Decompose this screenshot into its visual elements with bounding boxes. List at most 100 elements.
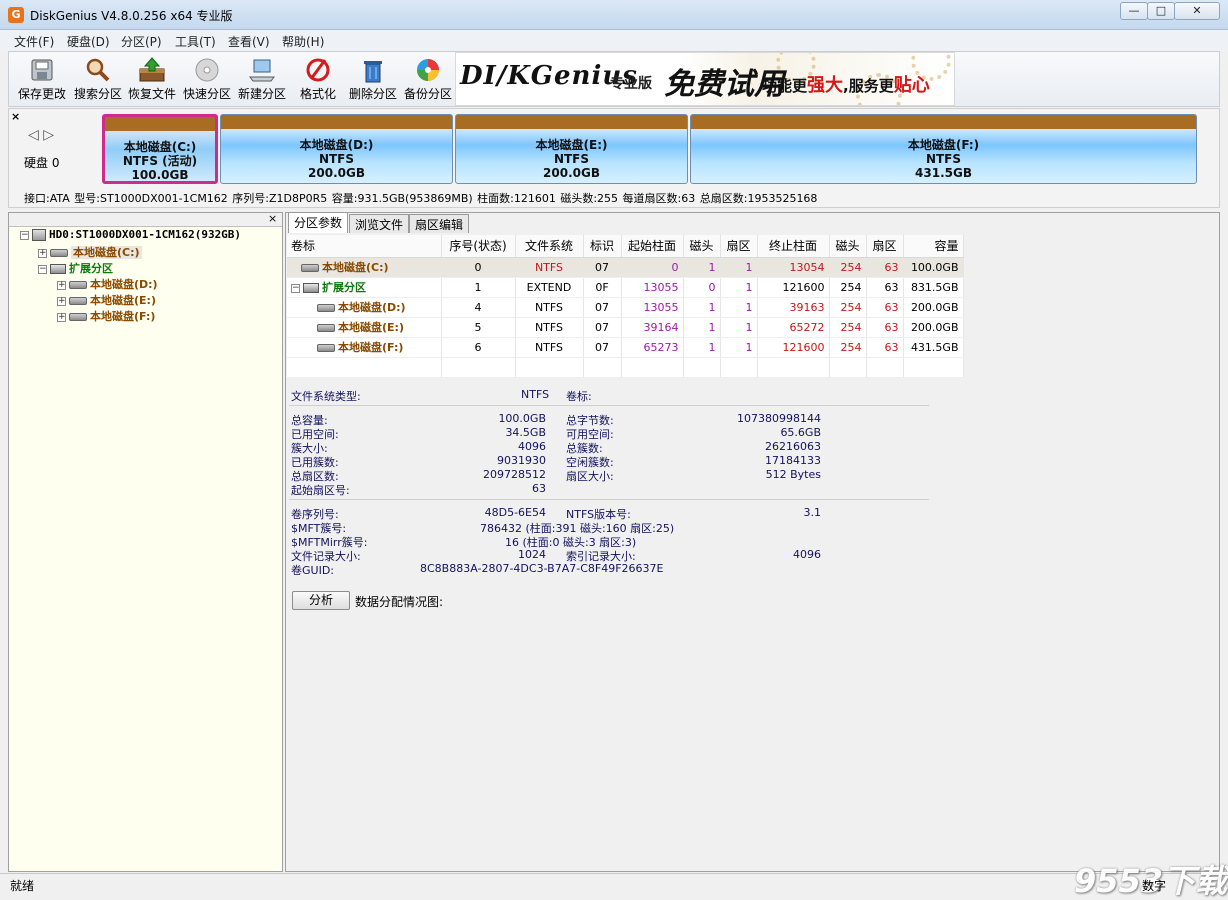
partition-icon xyxy=(50,249,68,257)
partition-icon xyxy=(69,297,87,305)
num-lock-indicator: 数字 xyxy=(1142,879,1167,893)
tree-item-e[interactable]: + 本地磁盘(E:) xyxy=(57,292,156,308)
partition-table: 卷标 序号(状态) 文件系统 标识 起始柱面 磁头 扇区 终止柱面 磁头 扇区 … xyxy=(287,235,964,378)
tab-browse-files[interactable]: 浏览文件 xyxy=(349,214,410,233)
hard-disk-icon xyxy=(32,229,46,241)
sector-size-label: 扇区大小: xyxy=(566,470,614,483)
tree-close-icon[interactable]: × xyxy=(268,212,277,225)
tree-item-c[interactable]: + 本地磁盘(C:) xyxy=(38,244,142,260)
free-space-value: 65.6GB xyxy=(780,426,821,439)
partition-block-f[interactable]: 本地磁盘(F:) NTFS 431.5GB xyxy=(690,114,1197,184)
total-clusters-value: 26216063 xyxy=(765,440,821,453)
collapse-icon[interactable]: − xyxy=(291,283,300,293)
table-row[interactable]: 本地磁盘(F:) 6 NTFS 07 65273 1 1 121600 254 … xyxy=(287,337,964,358)
tab-partition-params[interactable]: 分区参数 xyxy=(288,212,349,233)
tree-item-disk[interactable]: − HD0:ST1000DX001-1CM162(932GB) xyxy=(20,228,241,244)
table-row[interactable]: − 扩展分区 1 EXTEND 0F 13055 0 1 121600 254 6… xyxy=(287,277,964,298)
file-record-size-value: 1024 xyxy=(518,548,546,561)
collapse-icon[interactable]: − xyxy=(38,264,47,274)
partition-icon xyxy=(317,324,335,332)
cluster-size-value: 4096 xyxy=(518,440,546,453)
search-partition-button[interactable]: 搜索分区 xyxy=(70,54,126,106)
new-partition-button[interactable]: 新建分区 xyxy=(234,54,290,106)
quick-partition-button[interactable]: 快速分区 xyxy=(179,54,235,106)
partition-icon xyxy=(69,281,87,289)
expand-icon[interactable]: + xyxy=(57,280,66,290)
recover-files-button[interactable]: 恢复文件 xyxy=(124,54,180,106)
col-start-sector[interactable]: 扇区 xyxy=(720,235,758,258)
trash-icon xyxy=(359,57,387,83)
expand-icon[interactable]: + xyxy=(57,296,66,306)
partition-block-d[interactable]: 本地磁盘(D:) NTFS 200.0GB xyxy=(220,114,453,184)
tree-header xyxy=(9,213,282,227)
close-button[interactable]: ✕ xyxy=(1174,2,1220,20)
fs-type-label: 文件系统类型: xyxy=(291,390,361,403)
maximize-button[interactable]: □ xyxy=(1147,2,1175,20)
tree-item-f[interactable]: + 本地磁盘(F:) xyxy=(57,308,155,324)
analyze-button[interactable]: 分析 xyxy=(292,591,350,610)
col-id[interactable]: 标识 xyxy=(583,235,622,258)
col-end-cyl[interactable]: 终止柱面 xyxy=(757,235,830,258)
menu-partition[interactable]: 分区(P) xyxy=(121,33,162,50)
col-index[interactable]: 序号(状态) xyxy=(441,235,516,258)
table-header-row: 卷标 序号(状态) 文件系统 标识 起始柱面 磁头 扇区 终止柱面 磁头 扇区 … xyxy=(287,235,964,258)
partition-block-c[interactable]: 本地磁盘(C:) NTFS (活动) 100.0GB xyxy=(102,114,218,184)
magnifier-icon xyxy=(84,57,112,83)
disk-label: 硬盘 0 xyxy=(24,156,60,170)
total-bytes-value: 107380998144 xyxy=(737,412,821,425)
col-end-head[interactable]: 磁头 xyxy=(829,235,867,258)
menu-file[interactable]: 文件(F) xyxy=(14,33,54,50)
start-sector-label: 起始扇区号: xyxy=(291,484,350,497)
menu-disk[interactable]: 硬盘(D) xyxy=(67,33,110,50)
collapse-icon[interactable]: − xyxy=(20,230,29,240)
disk-map-close-icon[interactable]: × xyxy=(11,110,20,123)
menu-tools[interactable]: 工具(T) xyxy=(175,33,216,50)
save-changes-button[interactable]: 保存更改 xyxy=(14,54,70,106)
table-row[interactable]: 本地磁盘(E:) 5 NTFS 07 39164 1 1 65272 254 6… xyxy=(287,317,964,338)
col-filesystem[interactable]: 文件系统 xyxy=(515,235,584,258)
expand-icon[interactable]: + xyxy=(57,312,66,322)
format-button[interactable]: 格式化 xyxy=(290,54,346,106)
quick-partition-icon xyxy=(193,57,221,83)
table-row[interactable]: 本地磁盘(C:) 0 NTFS 07 0 1 1 13054 254 63 10… xyxy=(287,257,964,278)
app-logo-icon: G xyxy=(8,7,24,23)
ntfs-version-label: NTFS版本号: xyxy=(566,508,631,521)
backup-partition-button[interactable]: 备份分区 xyxy=(400,54,456,106)
divider xyxy=(289,499,929,500)
save-disk-icon xyxy=(28,57,56,83)
tab-sector-edit[interactable]: 扇区编辑 xyxy=(409,214,470,233)
menu-help[interactable]: 帮助(H) xyxy=(282,33,324,50)
promo-banner[interactable]: DI∕KGenius 专业版 免费试用 功能更强大,服务更贴心 xyxy=(455,52,955,106)
col-start-cyl[interactable]: 起始柱面 xyxy=(621,235,684,258)
status-text: 就绪 xyxy=(10,879,35,893)
window-title: DiskGenius V4.8.0.256 x64 专业版 xyxy=(30,9,233,23)
new-partition-icon xyxy=(248,57,276,83)
banner-edition: 专业版 xyxy=(610,76,652,92)
col-end-sector[interactable]: 扇区 xyxy=(866,235,904,258)
col-start-head[interactable]: 磁头 xyxy=(683,235,721,258)
extended-partition-icon xyxy=(303,283,319,293)
data-distribution-label: 数据分配情况图: xyxy=(355,595,444,609)
fs-type-value: NTFS xyxy=(521,388,550,401)
recover-file-icon xyxy=(138,57,166,83)
menu-view[interactable]: 查看(V) xyxy=(228,33,270,50)
free-clusters-value: 17184133 xyxy=(765,454,821,467)
extended-partition-icon xyxy=(50,264,66,274)
disk-nav-arrows[interactable]: ◁ ▷ xyxy=(28,127,54,143)
delete-partition-button[interactable]: 删除分区 xyxy=(345,54,401,106)
backup-icon xyxy=(414,57,442,83)
partition-icon xyxy=(301,264,319,272)
minimize-button[interactable]: — xyxy=(1120,2,1148,20)
tree-item-extended[interactable]: − 扩展分区 xyxy=(38,260,113,276)
expand-icon[interactable]: + xyxy=(38,248,47,258)
status-bar xyxy=(0,873,1228,900)
used-clusters-value: 9031930 xyxy=(497,454,546,467)
col-capacity[interactable]: 容量 xyxy=(903,235,964,258)
col-volume[interactable]: 卷标 xyxy=(287,235,442,258)
format-icon xyxy=(304,57,332,83)
volume-serial-value: 48D5-6E54 xyxy=(484,506,546,519)
table-row-empty xyxy=(287,357,964,378)
table-row[interactable]: 本地磁盘(D:) 4 NTFS 07 13055 1 1 39163 254 6… xyxy=(287,297,964,318)
tree-item-d[interactable]: + 本地磁盘(D:) xyxy=(57,276,158,292)
partition-block-e[interactable]: 本地磁盘(E:) NTFS 200.0GB xyxy=(455,114,688,184)
